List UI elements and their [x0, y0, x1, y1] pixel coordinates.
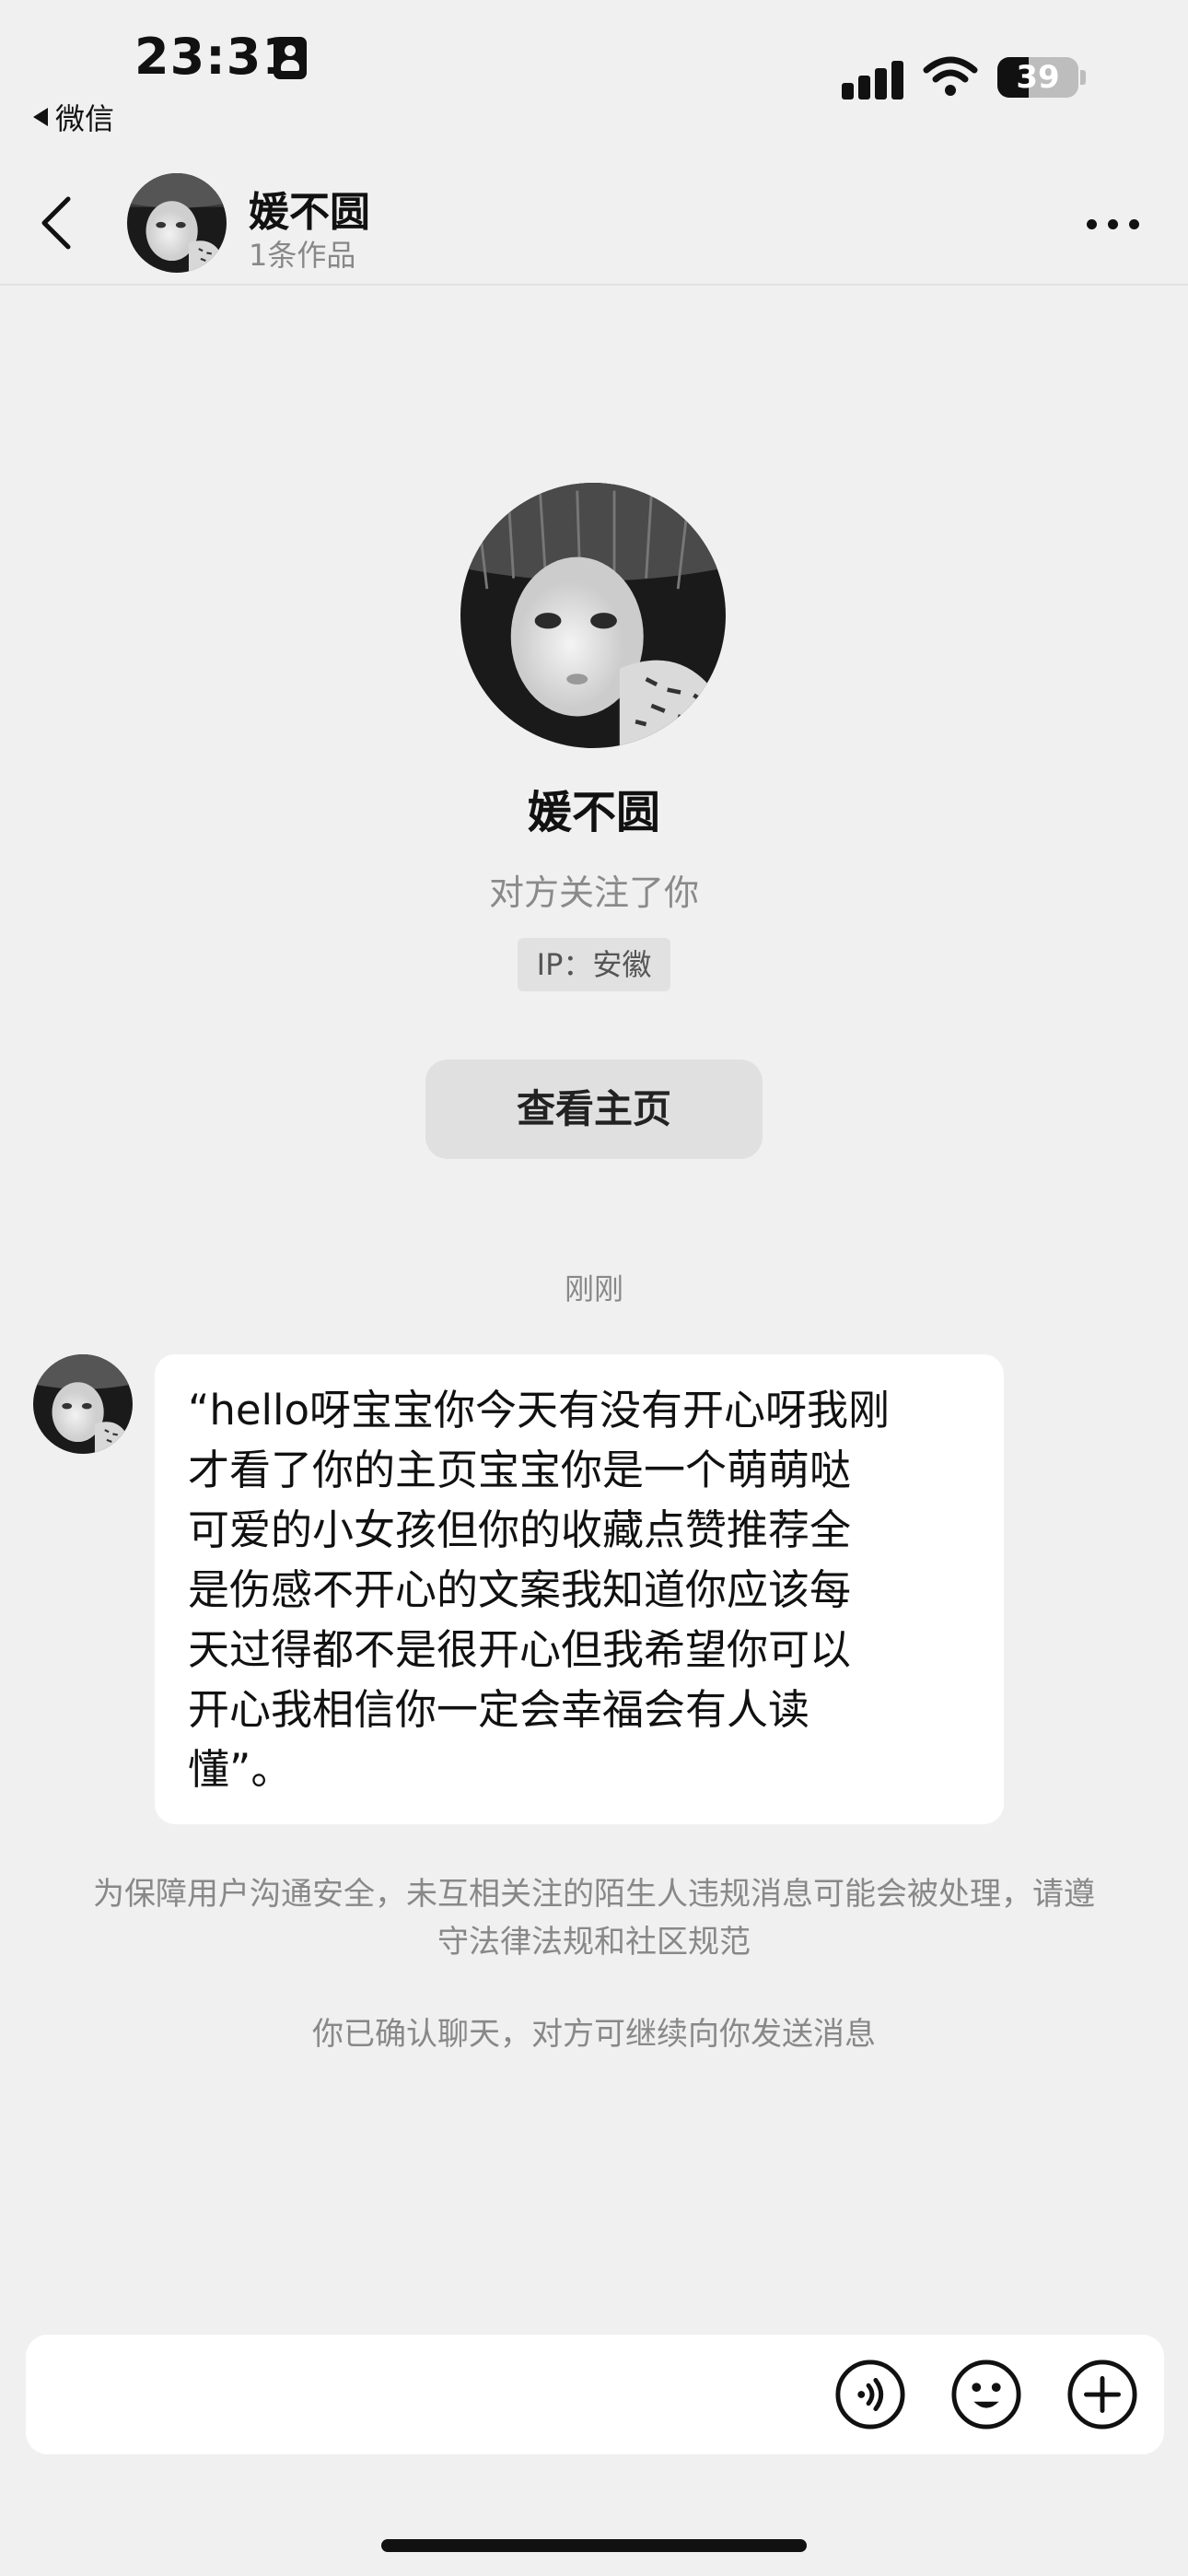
avatar-image [127, 173, 227, 273]
message-line: 开心我相信你一定会幸福会有人读 [188, 1685, 810, 1734]
header-avatar[interactable] [127, 173, 227, 273]
safety-notice: 为保障用户沟通安全，未互相关注的陌生人违规消息可能会被处理，请遵守法律法规和社区… [93, 1876, 1095, 1961]
message-timestamp: 刚刚 [564, 1271, 623, 1306]
message-input[interactable] [48, 2351, 807, 2440]
plus-icon[interactable] [1066, 2359, 1138, 2430]
message-line: 天过得都不是很开心但我希望你可以 [188, 1625, 852, 1674]
profile-name: 媛不圆 [527, 787, 660, 838]
message-line: 是伤感不开心的文案我知道你应该每 [188, 1565, 852, 1614]
chat-confirmed-note: 你已确认聊天，对方可继续向你发送消息 [312, 2016, 876, 2053]
battery-icon: 39 [997, 57, 1078, 98]
emoji-icon[interactable] [950, 2359, 1022, 2430]
cellular-signal-icon [842, 57, 906, 100]
message-line: 懂”。 [188, 1745, 293, 1794]
back-chevron-icon[interactable] [37, 195, 74, 251]
id-badge-icon [274, 37, 307, 79]
battery-nub [1080, 70, 1086, 85]
home-indicator [381, 2539, 807, 2552]
avatar-image [33, 1354, 133, 1454]
message-line: “hello呀宝宝你今天有没有开心呀我刚 [188, 1386, 891, 1434]
header-divider [0, 284, 1188, 286]
message-line: 可爱的小女孩但你的收藏点赞推荐全 [188, 1505, 852, 1554]
back-to-app[interactable]: 微信 [33, 96, 114, 138]
back-app-label: 微信 [55, 101, 115, 136]
header-works-count[interactable]: 1条作品 [249, 232, 355, 275]
message-line: 才看了你的主页宝宝你是一个萌萌哒 [188, 1446, 852, 1494]
message-bubble[interactable]: “hello呀宝宝你今天有没有开心呀我刚 才看了你的主页宝宝你是一个萌萌哒 可爱… [155, 1354, 1004, 1824]
battery-level: 39 [1016, 59, 1060, 96]
ip-location-badge: IP：安徽 [518, 938, 670, 991]
back-triangle-icon [33, 108, 48, 126]
wifi-icon [923, 56, 978, 96]
follow-status: 对方关注了你 [488, 872, 699, 913]
profile-avatar[interactable] [460, 483, 726, 748]
more-options-icon[interactable] [1087, 219, 1139, 229]
header-name[interactable]: 媛不圆 [249, 179, 370, 238]
view-homepage-button[interactable]: 查看主页 [425, 1060, 763, 1159]
message-input-bar [26, 2335, 1164, 2454]
voice-icon[interactable] [834, 2359, 906, 2430]
sender-avatar[interactable] [33, 1354, 133, 1454]
avatar-image [460, 483, 726, 748]
